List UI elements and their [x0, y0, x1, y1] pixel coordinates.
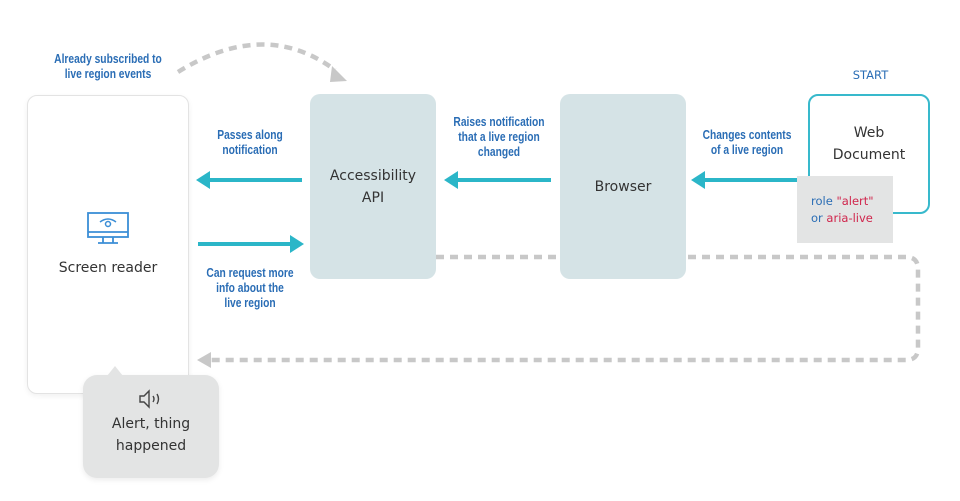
passes-note: Passes along notification [217, 128, 283, 157]
accessibility-api-node: Accessibility API [310, 94, 436, 279]
browser-label: Browser [594, 178, 652, 195]
spoken-output-bubble: Alert, thing happened [83, 366, 219, 478]
start-label: START [852, 68, 889, 82]
bubble-line1: Alert, thing [111, 416, 191, 432]
return-arrowhead [197, 352, 211, 368]
bubble-pointer [107, 366, 123, 376]
screen-reader-label: Screen reader [58, 259, 158, 276]
web-document-label-line1: Web [853, 125, 885, 141]
screen-reader-node: Screen reader [27, 95, 189, 394]
accessibility-api-label-line2: API [361, 189, 385, 206]
subscribed-arrowhead [330, 66, 347, 82]
tag-line2: or aria-live [811, 210, 873, 225]
speaker-icon [139, 389, 160, 409]
raises-arrowhead [444, 171, 458, 189]
changes-note: Changes contents of a live region [702, 128, 792, 157]
live-region-attribute-tag: role "alert" or aria-live [797, 176, 893, 243]
changes-arrowhead [691, 171, 705, 189]
browser-node: Browser [560, 94, 686, 279]
bubble-line2: happened [115, 438, 187, 454]
monitor-eye-icon [87, 211, 129, 244]
role-alert-value: "alert" [836, 193, 874, 208]
subscribed-dashed-arrow [176, 42, 337, 74]
tag-line1: role "alert" [811, 193, 874, 208]
request-arrowhead [290, 235, 304, 253]
aria-live-value: aria-live [826, 210, 873, 225]
request-note: Can request more info about the live reg… [206, 266, 294, 310]
passes-arrowhead [196, 171, 210, 189]
web-document-label-line2: Document [832, 147, 906, 163]
subscribed-note: Already subscribed to live region events [54, 52, 162, 81]
raises-note: Raises notification that a live region c… [453, 115, 545, 159]
accessibility-api-label-line1: Accessibility [329, 167, 417, 184]
